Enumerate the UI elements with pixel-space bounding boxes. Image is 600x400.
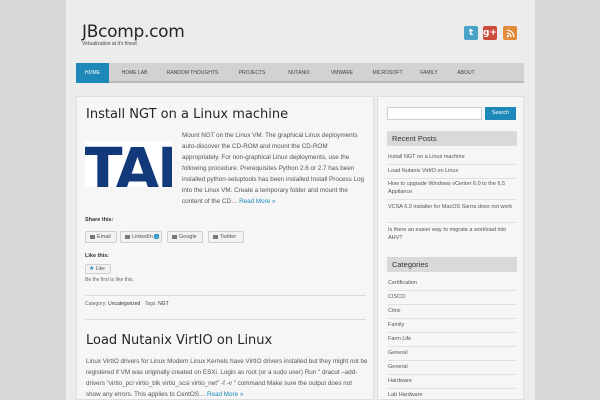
post-excerpt-2: Linux VirtIO drivers for Linux Modern Li… <box>86 356 368 400</box>
widget-divider <box>388 388 516 389</box>
widget-divider <box>388 222 516 223</box>
category-item[interactable]: Lab Hardware <box>388 392 518 400</box>
category-item[interactable]: Certification <box>388 280 518 288</box>
site-tagline: Virtualization at it's finest <box>82 41 137 47</box>
recent-post-link[interactable]: VCSA 6.0 installer for MacOS Sierra does… <box>388 204 518 212</box>
nav-item-vmware[interactable]: VMWARE <box>321 63 363 83</box>
category-item[interactable]: General <box>388 350 518 358</box>
post-excerpt: Mount NGT on the Linux VM. The graphical… <box>182 130 366 207</box>
search-button[interactable]: Search <box>485 107 516 120</box>
tags-label: Tags: <box>144 301 157 307</box>
category-item[interactable]: Hardware <box>388 378 518 386</box>
twitter-small-icon <box>213 234 218 239</box>
post-divider <box>85 319 366 320</box>
google-icon <box>172 234 177 239</box>
share-heading: Share this: <box>85 217 114 223</box>
category-item[interactable]: Farm Life <box>388 336 518 344</box>
widget-divider <box>388 164 516 165</box>
search-input[interactable] <box>387 107 482 120</box>
sidebar: Search Recent Posts Install NGT on a Lin… <box>377 96 524 400</box>
rss-icon-glyph <box>506 28 515 37</box>
category-item[interactable]: CISCO <box>388 294 518 302</box>
read-more-link[interactable]: Read More » <box>239 198 275 205</box>
nav-item-home-lab[interactable]: HOME LAB <box>111 63 158 83</box>
divider <box>85 295 366 296</box>
like-button-label: Like <box>95 266 105 272</box>
rss-icon[interactable] <box>503 26 517 40</box>
share-google-button[interactable]: Google <box>167 231 203 243</box>
widget-divider <box>388 304 516 305</box>
star-icon: ★ <box>89 266 95 272</box>
share-google-label: Google <box>179 234 197 240</box>
share-linkedin-count: 3 <box>154 234 159 239</box>
main-content: Install NGT on a Linux machine TAN Mount… <box>76 96 374 400</box>
like-heading: Like this: <box>85 253 110 259</box>
recent-posts-heading: Recent Posts <box>387 131 517 146</box>
widget-divider <box>388 346 516 347</box>
widget-divider <box>388 332 516 333</box>
category-label: Category: <box>85 301 107 307</box>
nav-item-about[interactable]: ABOUT <box>448 63 484 83</box>
thumbnail-logo-text: TAN <box>85 141 172 187</box>
widget-divider <box>388 374 516 375</box>
nav-item-projects[interactable]: PROJECTS <box>227 63 277 83</box>
share-email-label: Email <box>97 234 111 240</box>
recent-post-link[interactable]: Is there an easier way to migrate a work… <box>388 227 518 242</box>
category-item[interactable]: Citrix <box>388 308 518 316</box>
like-button[interactable]: ★ Like <box>85 264 111 274</box>
linkedin-icon <box>125 234 130 239</box>
recent-post-link[interactable]: Load Nutanix VirtIO on Linux <box>388 168 518 176</box>
main-navigation: HOME HOME LAB RANDOM THOUGHTS PROJECTS N… <box>76 63 524 83</box>
nav-item-home[interactable]: HOME <box>76 63 109 83</box>
tag-link[interactable]: NGT <box>158 301 169 307</box>
category-link[interactable]: Uncategorized <box>108 301 140 307</box>
recent-post-link[interactable]: How to upgrade Windows vCenter 6.0 to th… <box>388 181 518 196</box>
post-title-2[interactable]: Load Nutanix VirtIO on Linux <box>86 333 272 348</box>
widget-divider <box>388 199 516 200</box>
share-twitter-label: Twitter <box>220 234 237 240</box>
email-icon <box>90 234 95 239</box>
share-twitter-button[interactable]: Twitter <box>208 231 244 243</box>
post-thumbnail[interactable]: TAN <box>85 141 172 187</box>
category-item[interactable]: General <box>388 364 518 372</box>
category-item[interactable]: Family <box>388 322 518 330</box>
widget-divider <box>388 318 516 319</box>
recent-post-link[interactable]: Install NGT on a Linux machine <box>388 154 518 162</box>
page-container: JBcomp.com Virtualization at it's finest… <box>66 0 535 400</box>
read-more-link-2[interactable]: Read More » <box>207 391 243 398</box>
post-excerpt-text: Mount NGT on the Linux VM. The graphical… <box>182 132 365 205</box>
nav-item-nutanix[interactable]: NUTANIX <box>279 63 319 83</box>
share-email-button[interactable]: Email <box>85 231 117 243</box>
widget-divider <box>388 360 516 361</box>
site-title[interactable]: JBcomp.com <box>82 22 185 42</box>
widget-divider <box>388 290 516 291</box>
widget-divider <box>388 178 516 179</box>
share-linkedin-label: LinkedIn <box>132 234 153 240</box>
googleplus-icon[interactable]: g+ <box>483 26 497 40</box>
nav-item-random-thoughts[interactable]: RANDOM THOUGHTS <box>160 63 225 83</box>
nav-item-microsoft[interactable]: MICROSOFT <box>365 63 410 83</box>
nav-item-family[interactable]: FAMILY <box>412 63 446 83</box>
post-title[interactable]: Install NGT on a Linux machine <box>86 107 288 122</box>
twitter-icon[interactable]: t <box>464 26 478 40</box>
post-meta: Category: Uncategorized Tags: NGT <box>85 301 169 307</box>
categories-heading: Categories <box>387 257 517 272</box>
share-linkedin-button[interactable]: LinkedIn 3 <box>120 231 162 243</box>
like-note: Be the first to like this. <box>85 277 134 283</box>
